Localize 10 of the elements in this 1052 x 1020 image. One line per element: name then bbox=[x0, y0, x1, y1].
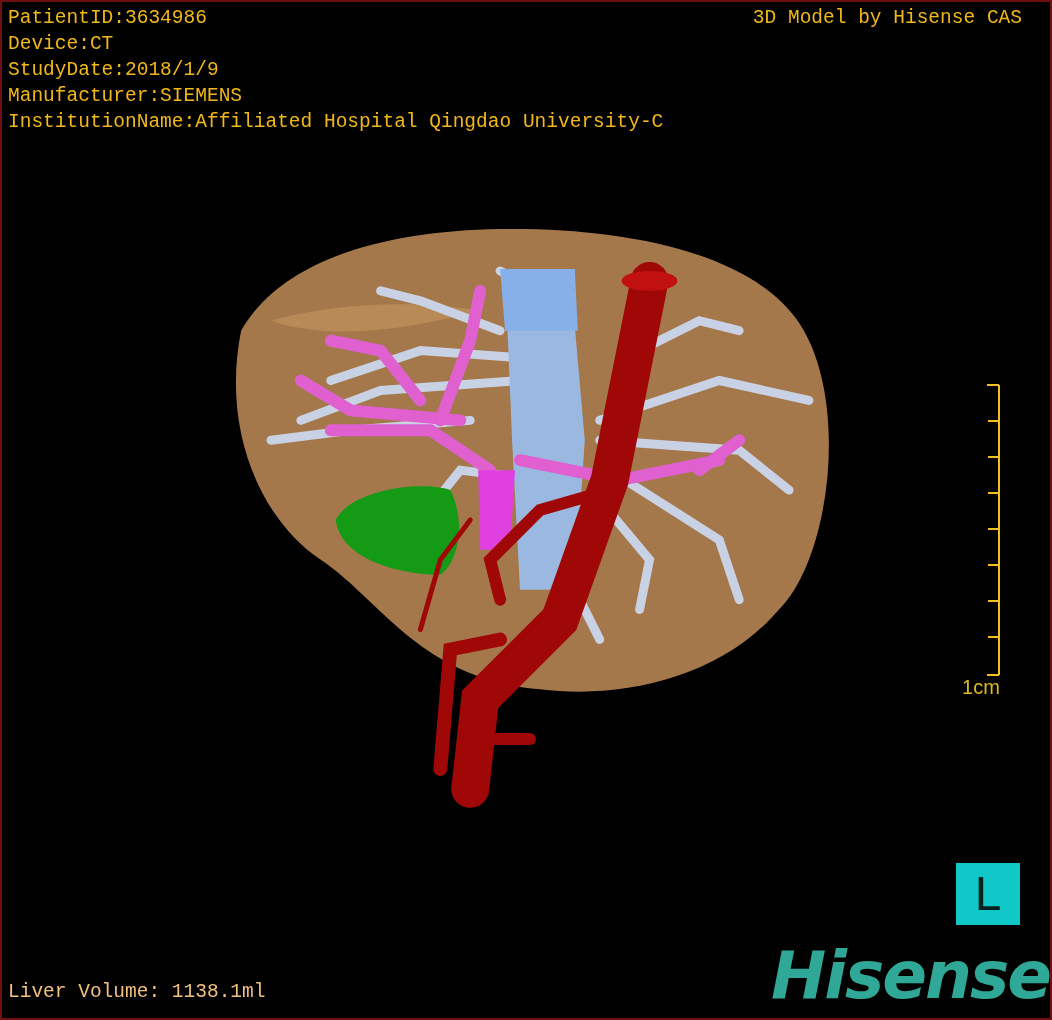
volume-text: Liver Volume: 1138.1ml bbox=[8, 980, 266, 1005]
info-text: Manufacturer:SIEMENS bbox=[8, 84, 244, 109]
info-text: PatientID:3634986 bbox=[8, 6, 208, 31]
orientation-marker: L bbox=[956, 863, 1020, 925]
info-text: Device:CT bbox=[8, 32, 115, 57]
brand-logo: Hisense bbox=[771, 938, 1050, 1014]
credit-text: 3D Model by Hisense CAS bbox=[752, 6, 1022, 31]
info-text: StudyDate:2018/1/9 bbox=[8, 58, 220, 83]
info-text: InstitutionName:Affiliated Hospital Qingdao University-C bbox=[8, 110, 664, 135]
scale-label: 1cm bbox=[962, 676, 1000, 698]
